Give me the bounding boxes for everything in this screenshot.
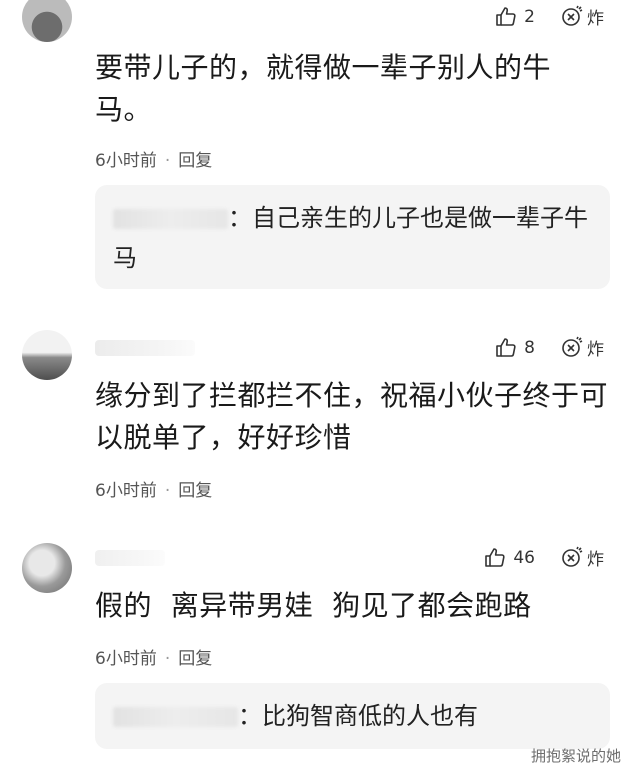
burst-label[interactable]: 炸 [587,335,604,360]
burst-icon[interactable] [559,546,583,570]
reply-content: ：比狗智商低的人也有 [113,696,592,736]
reply-button[interactable]: 回复 [178,481,212,501]
reply-text: 比狗智商低的人也有 [262,702,478,730]
thumbs-up-icon[interactable] [494,336,518,360]
reply-content: ：自己亲生的儿子也是做一辈子牛马 [113,198,592,278]
avatar[interactable] [22,330,72,380]
comment-text: 假的 离异带男娃 狗见了都会跑路 [95,589,532,622]
thumbs-up-icon[interactable] [483,546,507,570]
separator-dot: · [164,151,171,171]
separator-dot: · [164,649,171,669]
watermark: 拥抱絮说的她 [530,747,621,765]
burst-label[interactable]: 炸 [587,4,604,29]
comment-actions: 8 炸 [494,335,604,360]
reply-colon: ： [228,204,252,232]
comment-actions: 2 炸 [494,4,604,29]
timestamp: 6小时前 [95,481,157,501]
burst-icon[interactable] [559,5,583,29]
comment-text: 要带儿子的，就得做一辈子别人的牛马。 [95,51,552,126]
username[interactable] [95,550,165,566]
reply-colon: ： [238,702,262,730]
comment-meta: 6小时前 · 回复 [95,476,212,501]
reply-button[interactable]: 回复 [178,151,212,171]
comment-actions: 46 炸 [483,545,604,570]
burst-icon[interactable] [559,336,583,360]
like-count: 2 [524,6,535,27]
reply-username[interactable] [113,209,228,229]
reply-button[interactable]: 回复 [178,649,212,669]
username[interactable] [95,340,195,356]
avatar[interactable] [22,543,72,593]
burst-label[interactable]: 炸 [587,545,604,570]
reply-box[interactable]: ：比狗智商低的人也有 [95,683,610,749]
reply-box[interactable]: ：自己亲生的儿子也是做一辈子牛马 [95,185,610,289]
separator-dot: · [164,481,171,501]
timestamp: 6小时前 [95,151,157,171]
timestamp: 6小时前 [95,649,157,669]
avatar[interactable] [22,0,72,42]
reply-username[interactable] [113,707,238,727]
like-count: 8 [524,337,535,358]
comment-meta: 6小时前 · 回复 [95,644,212,669]
thumbs-up-icon[interactable] [494,5,518,29]
comment-meta: 6小时前 · 回复 [95,146,212,171]
comment-text: 缘分到了拦都拦不住，祝福小伙子终于可以脱单了，好好珍惜 [95,379,609,454]
like-count: 46 [513,547,535,568]
